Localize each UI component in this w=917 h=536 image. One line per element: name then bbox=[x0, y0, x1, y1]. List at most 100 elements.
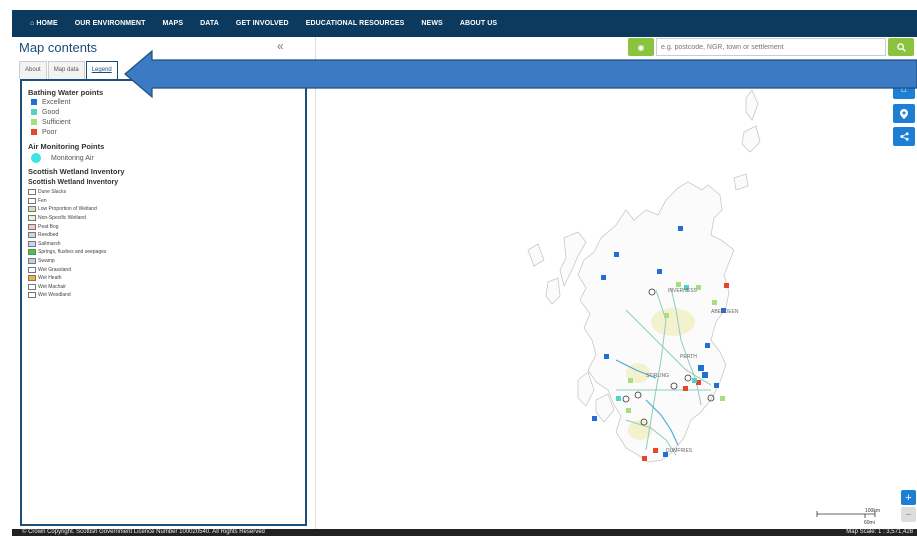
map-scale-text: Map Scale: 1 : 3,571,428 bbox=[846, 529, 913, 535]
nav-item-get-involved[interactable]: GET INVOLVED bbox=[236, 20, 289, 27]
search-button[interactable] bbox=[888, 38, 914, 56]
visibility-toggle-button[interactable]: ◉ bbox=[628, 38, 654, 56]
zoom-out-button[interactable]: − bbox=[901, 507, 916, 522]
nav-item-our-environment[interactable]: OUR ENVIRONMENT bbox=[75, 20, 146, 27]
nav-item-news[interactable]: NEWS bbox=[421, 20, 442, 27]
legend-item-wetland: Wet Machair bbox=[28, 283, 299, 292]
scale-km-label: 100km bbox=[865, 508, 881, 514]
map-label-perth: PERTH bbox=[680, 354, 697, 360]
legend-swatch bbox=[28, 266, 36, 273]
bathing-point[interactable] bbox=[692, 378, 697, 383]
bathing-point[interactable] bbox=[720, 396, 725, 401]
legend-item-wetland: Wet Woodland bbox=[28, 291, 299, 300]
legend-item-label: Wet Machair bbox=[38, 283, 66, 290]
legend-item-label: Poor bbox=[42, 128, 57, 136]
eye-icon: ◉ bbox=[637, 42, 645, 52]
legend-item-wetland: Swamp bbox=[28, 257, 299, 266]
home-view-button[interactable]: ⌂ bbox=[893, 80, 915, 99]
legend-swatch bbox=[31, 129, 37, 135]
legend-swatch bbox=[28, 232, 36, 239]
bathing-point[interactable] bbox=[657, 269, 662, 274]
tab-legend[interactable]: Legend bbox=[85, 61, 118, 79]
legend-item-label: Excellent bbox=[42, 98, 71, 106]
legend-item-label: Monitoring Air bbox=[51, 154, 94, 162]
share-icon bbox=[899, 132, 909, 141]
nav-item-data[interactable]: DATA bbox=[200, 20, 219, 27]
bathing-point[interactable] bbox=[626, 408, 631, 413]
bathing-point[interactable] bbox=[712, 300, 717, 305]
legend-item-label: Springs, flushes and seepages bbox=[38, 249, 107, 256]
legend-swatch bbox=[28, 223, 36, 230]
bathing-point[interactable] bbox=[702, 372, 708, 378]
legend-swatch bbox=[28, 206, 36, 213]
bathing-point[interactable] bbox=[614, 252, 619, 257]
legend-swatch bbox=[28, 283, 36, 290]
legend-item-wetland: Fen bbox=[28, 197, 299, 206]
legend-swatch bbox=[28, 189, 36, 196]
legend-swatch bbox=[31, 99, 37, 105]
legend-item-wetland: Non-Specific Wetland bbox=[28, 214, 299, 223]
bathing-point[interactable] bbox=[724, 283, 729, 288]
map-label-dumfries: DUMFRIES bbox=[666, 448, 693, 454]
bathing-point[interactable] bbox=[714, 383, 719, 388]
wetland-heading: Scottish Wetland Inventory bbox=[28, 167, 125, 176]
legend-swatch bbox=[28, 275, 36, 282]
tab-map-data[interactable]: Map data bbox=[47, 61, 85, 79]
scale-mi-label: 60mi bbox=[864, 520, 875, 526]
legend-item-bathing: Sufficient bbox=[28, 117, 299, 127]
legend-item-label: Low Proportion of Wetland bbox=[38, 206, 97, 213]
double-chevron-left-icon[interactable]: « bbox=[277, 39, 284, 53]
legend-item-label: Reedbed bbox=[38, 232, 59, 239]
legend-swatch bbox=[28, 292, 36, 299]
scotland-landmass bbox=[527, 89, 761, 463]
bathing-point[interactable] bbox=[592, 416, 597, 421]
legend-item-wetland: Dune Slacks bbox=[28, 188, 299, 197]
legend-item-label: Fen bbox=[38, 197, 47, 204]
legend-item-wetland: Wet Grassland bbox=[28, 265, 299, 274]
legend-item-wetland: Reedbed bbox=[28, 231, 299, 240]
share-button[interactable] bbox=[893, 127, 915, 146]
legend-item-monitoring-air: Monitoring Air bbox=[28, 152, 299, 164]
tab-about[interactable]: About bbox=[19, 61, 47, 79]
bathing-point[interactable] bbox=[642, 456, 647, 461]
legend-item-label: Good bbox=[42, 108, 60, 116]
bathing-point[interactable] bbox=[616, 396, 621, 401]
legend-swatch bbox=[31, 109, 37, 115]
legend-swatch bbox=[31, 119, 37, 125]
bathing-point[interactable] bbox=[628, 378, 633, 383]
bathing-point[interactable] bbox=[683, 386, 688, 391]
zoom-in-button[interactable]: + bbox=[901, 490, 916, 505]
app-window: ⌂ HOME OUR ENVIRONMENT MAPS DATA GET INV… bbox=[0, 0, 917, 536]
bathing-point[interactable] bbox=[676, 282, 681, 287]
map-canvas[interactable]: ABERDEEN INVERNESS PERTH STIRLING DUMFRI… bbox=[316, 60, 891, 515]
bathing-point[interactable] bbox=[664, 313, 669, 318]
locate-button[interactable] bbox=[893, 104, 915, 123]
legend-panel: Bathing Water points Excellent Good Suffic… bbox=[20, 79, 307, 526]
legend-item-label: Saltmarsh bbox=[38, 240, 61, 247]
bathing-point[interactable] bbox=[601, 275, 606, 280]
legend-item-label: Swamp bbox=[38, 258, 55, 265]
bathing-point[interactable] bbox=[678, 226, 683, 231]
location-search-input[interactable] bbox=[656, 38, 886, 56]
air-monitoring-heading: Air Monitoring Points bbox=[28, 142, 105, 151]
nav-item-maps[interactable]: MAPS bbox=[162, 20, 183, 27]
bathing-point[interactable] bbox=[604, 354, 609, 359]
legend-item-wetland: Saltmarsh bbox=[28, 240, 299, 249]
nav-item-about-us[interactable]: ABOUT US bbox=[460, 20, 497, 27]
wetland-legend-list: Dune Slacks Fen Low Proportion of Wetland N… bbox=[28, 188, 299, 300]
legend-item-bathing: Good bbox=[28, 107, 299, 117]
legend-item-label: Wet Heath bbox=[38, 275, 62, 282]
home-icon: ⌂ bbox=[900, 84, 908, 95]
map-label-aberdeen: ABERDEEN bbox=[711, 309, 739, 315]
copyright-text: © Crown Copyright. Scottish Government L… bbox=[22, 529, 265, 535]
nav-item-home[interactable]: ⌂ HOME bbox=[30, 20, 58, 27]
nav-item-educational-resources[interactable]: EDUCATIONAL RESOURCES bbox=[306, 20, 405, 27]
bathing-point[interactable] bbox=[705, 343, 710, 348]
legend-item-wetland: Springs, flushes and seepages bbox=[28, 248, 299, 257]
bathing-point[interactable] bbox=[653, 448, 658, 453]
legend-item-bathing: Excellent bbox=[28, 97, 299, 107]
bathing-point[interactable] bbox=[698, 365, 704, 371]
legend-item-wetland: Low Proportion of Wetland bbox=[28, 205, 299, 214]
map-label-stirling: STIRLING bbox=[646, 373, 669, 379]
sidebar-tabs: About Map data Legend bbox=[19, 59, 119, 79]
